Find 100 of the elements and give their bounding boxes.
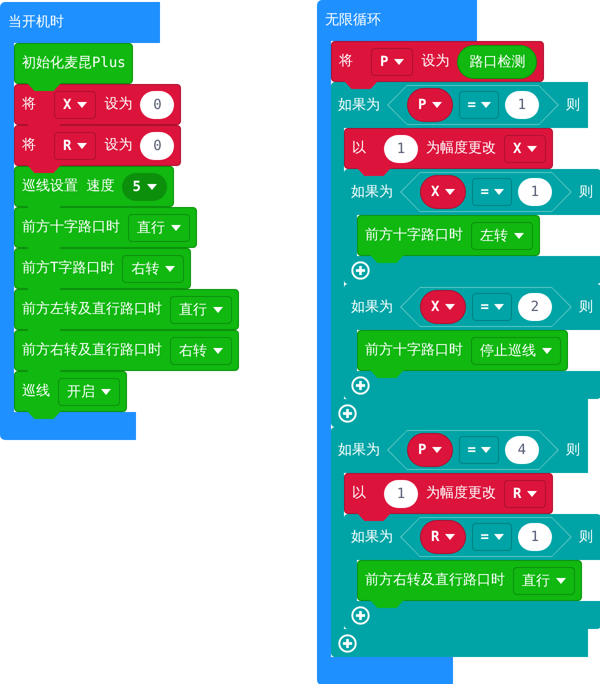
block-label: 如果为 bbox=[338, 96, 380, 114]
event-block[interactable]: 当开机时 初始化麦昆Plus 将 X 设为 0 将 R 设为 0 巡线设置 速度 5 前方十字路口时 直行 前方T字路口时 右转 前方左转及直行路口时 直行 前方右转及直行路口时 右转 巡线 开启 bbox=[0, 2, 239, 440]
block-label: 则 bbox=[566, 442, 580, 458]
block-label: 则 bbox=[578, 528, 593, 546]
dropdown[interactable]: 开启 bbox=[58, 378, 120, 406]
plus-icon[interactable] bbox=[351, 376, 370, 394]
operator-dropdown[interactable]: = bbox=[472, 178, 512, 206]
variable-block[interactable]: P bbox=[407, 88, 454, 122]
block-label: 如果为 bbox=[338, 442, 380, 458]
dropdown[interactable]: 右转 bbox=[122, 254, 184, 282]
comparison-block[interactable]: X = 2 bbox=[400, 287, 572, 327]
variable-dropdown[interactable]: X bbox=[504, 134, 546, 162]
block-label: 前方T字路口时 bbox=[22, 260, 114, 277]
caret-icon bbox=[494, 304, 504, 310]
block-label: 将 bbox=[339, 53, 354, 70]
block-label: 将 bbox=[22, 96, 37, 113]
variable-dropdown[interactable]: X bbox=[54, 90, 96, 118]
operator-dropdown[interactable]: = bbox=[459, 436, 499, 464]
event-block[interactable]: 无限循环 将 P 设为 路口检测 如果为 P = 1 则 以 1 为幅度更改 X 如果为 X = 1 则 前方十字路口时 左转 如果为 X = 2 则 前方十字路口时 停止巡线 如果为 P = 4 则 以 1 为幅度更改 R 如果为 R = 1 则 前方右转及直行路口时 直行 bbox=[317, 0, 600, 684]
number-input[interactable]: 1 bbox=[504, 91, 539, 119]
caret-icon bbox=[432, 102, 442, 108]
dropdown[interactable]: 直行 bbox=[170, 296, 232, 324]
dropdown[interactable]: 直行 bbox=[513, 566, 575, 594]
caret-icon bbox=[394, 58, 404, 64]
dropdown[interactable]: 直行 bbox=[128, 214, 190, 242]
block-label: 前方十字路口时 bbox=[365, 227, 463, 244]
variable-dropdown[interactable]: P bbox=[371, 48, 414, 76]
block-label: 无限循环 bbox=[325, 12, 381, 29]
if-block[interactable]: 如果为 X = 1 则 前方十字路口时 左转 bbox=[344, 169, 600, 284]
block-label: 则 bbox=[578, 184, 593, 200]
block-label: 为幅度更改 bbox=[426, 140, 496, 157]
comparison-block[interactable]: X = 1 bbox=[400, 172, 572, 212]
caret-icon bbox=[494, 189, 504, 195]
caret-icon bbox=[165, 266, 176, 272]
caret-icon bbox=[445, 304, 456, 310]
block-label: 巡线 bbox=[22, 383, 50, 400]
dropdown[interactable]: 5 bbox=[122, 172, 167, 200]
variable-dropdown[interactable]: R bbox=[504, 480, 546, 508]
block-label: 前方十字路口时 bbox=[22, 219, 120, 236]
caret-icon bbox=[527, 490, 538, 496]
block-label: 前方十字路口时 bbox=[365, 342, 463, 359]
caret-icon bbox=[445, 189, 456, 195]
number-input[interactable]: 0 bbox=[140, 132, 174, 160]
caret-icon bbox=[101, 388, 111, 394]
number-input[interactable]: 4 bbox=[504, 436, 539, 464]
variable-block[interactable]: X bbox=[420, 290, 466, 324]
block-label: 初始化麦昆Plus bbox=[22, 55, 126, 72]
reporter-block[interactable]: 路口检测 bbox=[457, 44, 538, 78]
block-label: 如果为 bbox=[351, 298, 393, 316]
dropdown[interactable]: 停止巡线 bbox=[471, 336, 561, 364]
variable-dropdown[interactable]: R bbox=[54, 132, 96, 160]
number-input[interactable]: 1 bbox=[518, 523, 552, 551]
plus-icon[interactable] bbox=[351, 606, 370, 624]
if-block[interactable]: 如果为 R = 1 则 前方右转及直行路口时 直行 bbox=[344, 514, 600, 629]
caret-icon bbox=[445, 534, 456, 540]
caret-icon bbox=[480, 102, 491, 108]
block-label: 设为 bbox=[104, 96, 132, 113]
caret-icon bbox=[213, 348, 223, 354]
block-label: 如果为 bbox=[351, 528, 393, 546]
block-label: 如果为 bbox=[351, 184, 393, 200]
block-label: 设为 bbox=[104, 137, 132, 154]
comparison-block[interactable]: P = 4 bbox=[387, 430, 559, 470]
variable-block[interactable]: X bbox=[420, 175, 466, 209]
caret-icon bbox=[432, 447, 442, 453]
operator-dropdown[interactable]: = bbox=[472, 523, 512, 551]
number-input[interactable]: 1 bbox=[518, 178, 552, 206]
variable-block[interactable]: R bbox=[420, 520, 466, 554]
block-label: 前方右转及直行路口时 bbox=[22, 342, 162, 359]
caret-icon bbox=[542, 348, 552, 354]
plus-icon[interactable] bbox=[338, 634, 357, 652]
block-label: 巡线设置 速度 bbox=[22, 178, 114, 195]
caret-icon bbox=[514, 232, 524, 238]
block-label: 以 bbox=[352, 140, 367, 157]
caret-icon bbox=[77, 142, 88, 148]
number-input[interactable]: 1 bbox=[384, 480, 418, 508]
block-label: 则 bbox=[578, 298, 593, 316]
block-label: 以 bbox=[352, 485, 367, 502]
block-label: 设为 bbox=[421, 53, 450, 70]
block-label: 将 bbox=[22, 137, 37, 154]
if-block[interactable]: 如果为 P = 1 则 以 1 为幅度更改 X 如果为 X = 1 则 前方十字路口时 左转 如果为 X = 2 则 前方十字路口时 停止巡线 bbox=[331, 82, 600, 427]
caret-icon bbox=[146, 184, 157, 190]
if-block[interactable]: 如果为 X = 2 则 前方十字路口时 停止巡线 bbox=[344, 284, 600, 399]
plus-icon[interactable] bbox=[338, 404, 357, 422]
caret-icon bbox=[527, 146, 538, 152]
comparison-block[interactable]: R = 1 bbox=[400, 517, 572, 557]
number-input[interactable]: 0 bbox=[140, 90, 174, 118]
variable-block[interactable]: P bbox=[407, 433, 454, 467]
block-label: 前方左转及直行路口时 bbox=[22, 301, 162, 318]
if-block[interactable]: 如果为 P = 4 则 以 1 为幅度更改 R 如果为 R = 1 则 前方右转及直行路口时 直行 bbox=[331, 427, 600, 657]
caret-icon bbox=[77, 102, 88, 108]
number-input[interactable]: 1 bbox=[384, 134, 418, 162]
dropdown[interactable]: 右转 bbox=[170, 336, 232, 364]
number-input[interactable]: 2 bbox=[518, 293, 552, 321]
dropdown[interactable]: 左转 bbox=[471, 222, 533, 250]
block-label: 为幅度更改 bbox=[426, 485, 496, 502]
caret-icon bbox=[213, 306, 223, 312]
operator-dropdown[interactable]: = bbox=[459, 91, 499, 119]
plus-icon[interactable] bbox=[351, 260, 370, 280]
comparison-block[interactable]: P = 1 bbox=[387, 85, 559, 125]
operator-dropdown[interactable]: = bbox=[472, 293, 512, 321]
